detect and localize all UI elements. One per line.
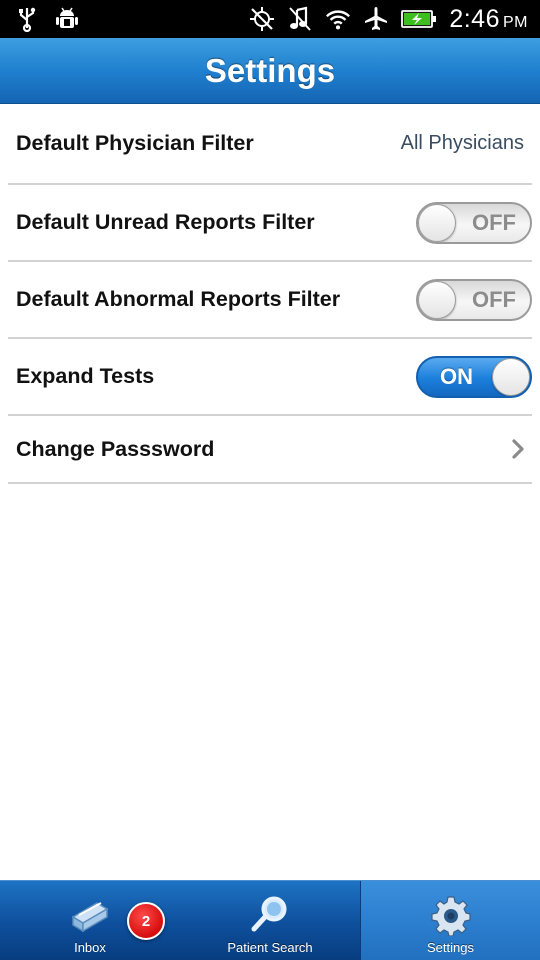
- gps-off-icon: [249, 6, 275, 32]
- expand-tests-label: Expand Tests: [16, 364, 155, 388]
- tab-settings[interactable]: Settings: [360, 881, 540, 960]
- unread-filter-label: Default Unread Reports Filter: [16, 210, 315, 234]
- status-bar: 2:46 PM: [0, 0, 540, 38]
- usb-icon: [14, 6, 40, 32]
- toggle-knob: [492, 357, 530, 396]
- abnormal-filter-toggle[interactable]: OFF: [416, 278, 532, 321]
- toggle-state-label: OFF: [472, 209, 516, 235]
- clock-ampm: PM: [503, 13, 528, 31]
- toggle-knob: [418, 280, 456, 319]
- chevron-right-icon: [510, 437, 526, 461]
- physician-filter-row[interactable]: Default Physician Filter All Physicians: [8, 104, 532, 185]
- unread-count-badge: 2: [127, 902, 165, 940]
- unread-filter-row: Default Unread Reports Filter OFF: [8, 185, 532, 262]
- tab-patient-search[interactable]: Patient Search: [180, 881, 360, 960]
- tab-inbox-label: Inbox: [74, 940, 106, 955]
- tab-inbox[interactable]: Inbox 2: [0, 881, 180, 960]
- airplane-icon: [363, 6, 389, 32]
- change-password-label: Change Passsword: [16, 436, 215, 461]
- wifi-icon: [325, 6, 351, 32]
- gear-icon: [428, 892, 474, 938]
- page-title: Settings: [204, 51, 336, 89]
- toggle-knob: [418, 203, 456, 242]
- physician-filter-label: Default Physician Filter: [16, 131, 254, 155]
- magnifier-icon: [247, 892, 293, 938]
- settings-list: Default Physician Filter All Physicians …: [8, 104, 532, 484]
- tab-settings-label: Settings: [427, 940, 474, 955]
- unread-filter-toggle[interactable]: OFF: [416, 201, 532, 244]
- change-password-row[interactable]: Change Passsword: [8, 416, 532, 484]
- abnormal-filter-label: Default Abnormal Reports Filter: [16, 287, 341, 311]
- toggle-state-label: OFF: [472, 286, 516, 312]
- tab-patient-search-label: Patient Search: [227, 940, 313, 955]
- clock: 2:46 PM: [449, 5, 528, 34]
- android-debug-icon: [54, 6, 80, 32]
- abnormal-filter-row: Default Abnormal Reports Filter OFF: [8, 262, 532, 339]
- clock-time: 2:46: [449, 4, 500, 33]
- expand-tests-row: Expand Tests ON: [8, 339, 532, 416]
- bottom-tab-bar: Inbox 2 Patient Search Settings: [0, 880, 540, 960]
- battery-charging-icon: [401, 6, 437, 32]
- music-muted-icon: [287, 6, 313, 32]
- toggle-state-label: ON: [440, 363, 473, 389]
- physician-filter-value[interactable]: All Physicians: [401, 132, 532, 155]
- title-bar: Settings: [0, 38, 540, 104]
- inbox-icon: [67, 892, 113, 938]
- expand-tests-toggle[interactable]: ON: [416, 355, 532, 398]
